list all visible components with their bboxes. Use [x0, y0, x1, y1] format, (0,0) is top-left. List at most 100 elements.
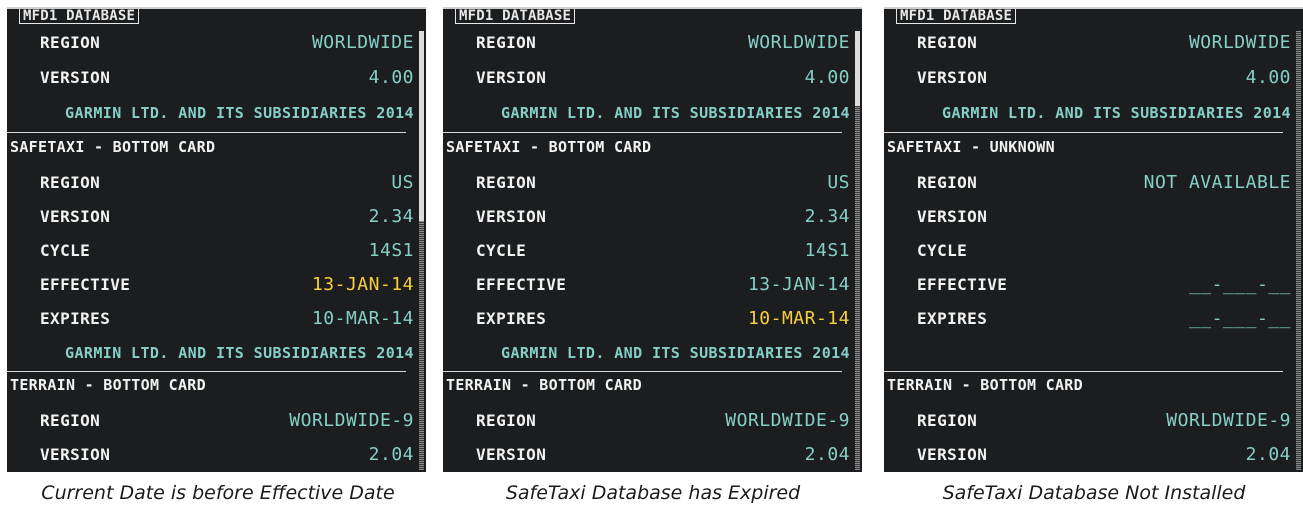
- section-header-row: SAFETAXI - UNKNOWN: [884, 130, 1293, 164]
- safetaxi-effective-value: 13-JAN-14: [311, 273, 414, 295]
- terrain-region-label: REGION: [476, 410, 537, 430]
- mfd1-region-value: WORLDWIDE: [747, 31, 850, 53]
- mfd1-copyright: GARMIN LTD. AND ITS SUBSIDIARIES 2014: [501, 104, 850, 122]
- field-row-safetaxi-effective: EFFECTIVE __-___-__: [884, 267, 1293, 301]
- mfd1-version-value: 4.00: [1245, 66, 1291, 88]
- field-row-safetaxi-expires: EXPIRES 10-MAR-14: [443, 301, 852, 335]
- section-header-row: SAFETAXI - BOTTOM CARD: [7, 130, 416, 164]
- field-row-mfd1-version: VERSION 4.00: [884, 60, 1293, 94]
- safetaxi-expires-value: __-___-__: [1188, 307, 1291, 329]
- copyright-row: GARMIN LTD. AND ITS SUBSIDIARIES 2014: [884, 96, 1293, 130]
- copyright-row: GARMIN LTD. AND ITS SUBSIDIARIES 2014: [443, 336, 852, 370]
- field-row-terrain-version: VERSION 2.04: [443, 437, 852, 471]
- database-status-panel: MFD1 DATABASE REGION WORLDWIDE VERSION 4…: [7, 7, 426, 472]
- terrain-region-label: REGION: [917, 410, 978, 430]
- field-row-safetaxi-expires: EXPIRES __-___-__: [884, 301, 1293, 335]
- safetaxi-version-label: VERSION: [917, 206, 988, 226]
- scrollbar-track[interactable]: [1296, 31, 1301, 470]
- safetaxi-version-value: 2.34: [368, 205, 414, 227]
- safetaxi-region-value: US: [827, 171, 850, 193]
- copyright-row: GARMIN LTD. AND ITS SUBSIDIARIES 2014: [443, 96, 852, 130]
- database-status-panel: MFD1 DATABASE REGION WORLDWIDE VERSION 4…: [884, 7, 1303, 472]
- safetaxi-expires-value: 10-MAR-14: [747, 307, 850, 329]
- field-row-safetaxi-version: VERSION: [884, 199, 1293, 233]
- field-row-safetaxi-expires: EXPIRES 10-MAR-14: [7, 301, 416, 335]
- mfd1-region-label: REGION: [40, 32, 101, 52]
- field-row-safetaxi-cycle: CYCLE: [884, 233, 1293, 267]
- safetaxi-effective-label: EFFECTIVE: [40, 274, 131, 294]
- copyright-row: [884, 336, 1293, 370]
- safetaxi-effective-value: __-___-__: [1188, 273, 1291, 295]
- safetaxi-expires-label: EXPIRES: [917, 308, 988, 328]
- safetaxi-expires-value: 10-MAR-14: [311, 307, 414, 329]
- safetaxi-version-label: VERSION: [476, 206, 547, 226]
- field-row-terrain-version: VERSION 2.04: [7, 437, 416, 471]
- mfd1-region-label: REGION: [917, 32, 978, 52]
- terrain-version-label: VERSION: [476, 444, 547, 464]
- safetaxi-expires-label: EXPIRES: [476, 308, 547, 328]
- field-row-safetaxi-cycle: CYCLE 14S1: [7, 233, 416, 267]
- safetaxi-region-label: REGION: [40, 172, 101, 192]
- scrollbar-thumb[interactable]: [855, 31, 860, 106]
- safetaxi-header: SAFETAXI - BOTTOM CARD: [10, 138, 216, 156]
- field-row-terrain-version: VERSION 2.04: [884, 437, 1293, 471]
- mfd1-region-value: WORLDWIDE: [311, 31, 414, 53]
- terrain-version-label: VERSION: [40, 444, 111, 464]
- field-row-safetaxi-region: REGION US: [443, 165, 852, 199]
- database-rows: REGION WORLDWIDE VERSION 4.00 GARMIN LTD…: [884, 9, 1293, 472]
- mfd1-region-value: WORLDWIDE: [1188, 31, 1291, 53]
- field-row-mfd1-version: VERSION 4.00: [443, 60, 852, 94]
- copyright-row: GARMIN LTD. AND ITS SUBSIDIARIES 2014: [7, 96, 416, 130]
- field-row-safetaxi-region: REGION US: [7, 165, 416, 199]
- mfd1-region-label: REGION: [476, 32, 537, 52]
- terrain-region-value: WORLDWIDE-9: [725, 409, 850, 431]
- database-rows: REGION WORLDWIDE VERSION 4.00 GARMIN LTD…: [7, 9, 416, 472]
- field-row-safetaxi-version: VERSION 2.34: [443, 199, 852, 233]
- safetaxi-cycle-label: CYCLE: [476, 240, 527, 260]
- terrain-header: TERRAIN - BOTTOM CARD: [446, 376, 642, 394]
- database-status-panel: MFD1 DATABASE REGION WORLDWIDE VERSION 4…: [443, 7, 862, 472]
- safetaxi-region-label: REGION: [917, 172, 978, 192]
- terrain-region-value: WORLDWIDE-9: [1166, 409, 1291, 431]
- mfd1-version-label: VERSION: [40, 67, 111, 87]
- terrain-region-value: WORLDWIDE-9: [289, 409, 414, 431]
- terrain-header: TERRAIN - BOTTOM CARD: [887, 376, 1083, 394]
- field-row-mfd1-region: REGION WORLDWIDE: [7, 25, 416, 59]
- safetaxi-effective-label: EFFECTIVE: [476, 274, 567, 294]
- safetaxi-cycle-value: 14S1: [368, 239, 414, 261]
- safetaxi-effective-label: EFFECTIVE: [917, 274, 1008, 294]
- field-row-terrain-region: REGION WORLDWIDE-9: [443, 403, 852, 437]
- field-row-safetaxi-effective: EFFECTIVE 13-JAN-14: [7, 267, 416, 301]
- safetaxi-region-value: US: [391, 171, 414, 193]
- mfd1-version-label: VERSION: [917, 67, 988, 87]
- field-row-mfd1-version: VERSION 4.00: [7, 60, 416, 94]
- safetaxi-header: SAFETAXI - UNKNOWN: [887, 138, 1055, 156]
- terrain-header: TERRAIN - BOTTOM CARD: [10, 376, 206, 394]
- panel-caption: Current Date is before Effective Date: [41, 482, 395, 504]
- section-header-row: TERRAIN - BOTTOM CARD: [7, 368, 416, 402]
- field-row-safetaxi-region: REGION NOT AVAILABLE: [884, 165, 1293, 199]
- mfd1-version-value: 4.00: [804, 66, 850, 88]
- safetaxi-version-value: 2.34: [804, 205, 850, 227]
- safetaxi-cycle-label: CYCLE: [917, 240, 968, 260]
- field-row-safetaxi-effective: EFFECTIVE 13-JAN-14: [443, 267, 852, 301]
- section-header-row: SAFETAXI - BOTTOM CARD: [443, 130, 852, 164]
- field-row-safetaxi-cycle: CYCLE 14S1: [443, 233, 852, 267]
- safetaxi-expires-label: EXPIRES: [40, 308, 111, 328]
- safetaxi-cycle-value: 14S1: [804, 239, 850, 261]
- safetaxi-copyright: GARMIN LTD. AND ITS SUBSIDIARIES 2014: [65, 344, 414, 362]
- terrain-region-label: REGION: [40, 410, 101, 430]
- database-rows: REGION WORLDWIDE VERSION 4.00 GARMIN LTD…: [443, 9, 852, 472]
- field-row-safetaxi-version: VERSION 2.34: [7, 199, 416, 233]
- safetaxi-version-label: VERSION: [40, 206, 111, 226]
- field-row-terrain-region: REGION WORLDWIDE-9: [884, 403, 1293, 437]
- scrollbar-thumb[interactable]: [419, 31, 424, 221]
- field-row-terrain-region: REGION WORLDWIDE-9: [7, 403, 416, 437]
- copyright-row: GARMIN LTD. AND ITS SUBSIDIARIES 2014: [7, 336, 416, 370]
- field-row-mfd1-region: REGION WORLDWIDE: [443, 25, 852, 59]
- panel-caption: SafeTaxi Database has Expired: [505, 482, 801, 504]
- mfd1-copyright: GARMIN LTD. AND ITS SUBSIDIARIES 2014: [65, 104, 414, 122]
- terrain-version-label: VERSION: [917, 444, 988, 464]
- safetaxi-header: SAFETAXI - BOTTOM CARD: [446, 138, 652, 156]
- section-header-row: TERRAIN - BOTTOM CARD: [443, 368, 852, 402]
